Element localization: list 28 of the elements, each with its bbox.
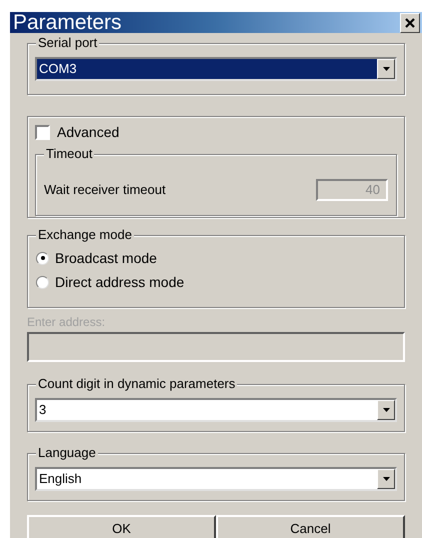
- dropdown-button[interactable]: [377, 469, 395, 489]
- radio-label: Broadcast mode: [55, 248, 157, 268]
- dialog-button[interactable]: OK: [27, 515, 216, 538]
- radio-button[interactable]: [36, 276, 49, 288]
- dropdown[interactable]: 3: [35, 398, 397, 422]
- dropdown-button[interactable]: [377, 59, 395, 79]
- caret-down-icon: [382, 67, 390, 71]
- checkbox-label: Advanced: [57, 122, 120, 142]
- group-label: Exchange mode: [36, 227, 134, 243]
- group-label: Count digit in dynamic parameters: [36, 376, 238, 392]
- window-title: Parameters: [13, 12, 122, 33]
- caret-down-icon: [382, 408, 390, 412]
- caret-down-icon: [382, 477, 390, 481]
- radio-label: Direct address mode: [55, 272, 184, 292]
- dropdown-value: English: [38, 470, 83, 488]
- dialog-button[interactable]: Cancel: [216, 515, 405, 538]
- checkbox[interactable]: [35, 124, 50, 140]
- group-label: Language: [36, 445, 98, 461]
- radio-button[interactable]: [36, 252, 49, 264]
- dropdown-value: COM3: [37, 59, 377, 79]
- field-label: Wait receiver timeout: [44, 181, 166, 200]
- dropdown[interactable]: English: [35, 467, 397, 491]
- group-label: Serial port: [36, 35, 100, 51]
- close-icon: [405, 18, 415, 28]
- dropdown-button[interactable]: [377, 400, 395, 420]
- close-button[interactable]: [400, 12, 420, 32]
- dropdown[interactable]: COM3: [35, 57, 397, 81]
- dropdown-value: 3: [38, 401, 48, 420]
